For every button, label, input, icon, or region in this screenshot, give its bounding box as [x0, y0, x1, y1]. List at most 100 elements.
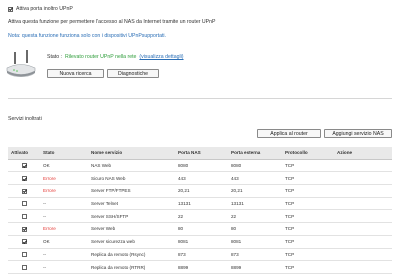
row-external-port: 22 — [228, 209, 282, 224]
status-prefix: Stato : — [47, 54, 62, 60]
col-enabled[interactable]: Attivato — [8, 147, 40, 160]
row-external-port: 80 — [228, 222, 282, 236]
row-protocol: TCP — [282, 159, 334, 173]
row-service-name: NAS Web — [88, 159, 175, 173]
table-row[interactable]: Errore Sicuro NAS Web 443 443 TCP — [8, 171, 392, 186]
row-action[interactable] — [334, 171, 392, 186]
diagnostics-button[interactable]: Diagnostiche — [107, 69, 159, 78]
col-service-name[interactable]: Nome servizio — [88, 147, 175, 160]
col-nas-port[interactable]: Porta NAS — [175, 147, 228, 160]
table-row[interactable]: OK Server sicurezza web 8081 8081 TCP — [8, 235, 392, 249]
row-protocol: TCP — [282, 184, 334, 198]
row-external-port: 443 — [228, 171, 282, 186]
col-external-port[interactable]: Porta esterna — [228, 147, 282, 160]
enabled-checkbox[interactable] — [21, 163, 27, 169]
enabled-checkbox[interactable] — [21, 188, 27, 194]
row-nas-port: 13131 — [175, 197, 228, 211]
row-nas-port: 8081 — [175, 235, 228, 249]
row-action[interactable] — [334, 209, 392, 224]
table-row[interactable]: -- Replica da remoto (RTRR) 8899 8899 TCP — [8, 260, 392, 274]
col-status[interactable]: Stato — [40, 147, 88, 160]
upnp-enable-label: Attiva porta inoltro UPnP — [16, 6, 73, 12]
table-row[interactable]: -- Replica da remoto (Rsync) 873 873 TCP — [8, 248, 392, 262]
upnp-status: Stato : Rilevato router UPnP nella rete … — [47, 54, 184, 60]
table-header-row: Attivato Stato Nome servizio Porta NAS P… — [8, 147, 392, 160]
row-enabled-checkbox[interactable] — [8, 248, 40, 262]
row-protocol: TCP — [282, 248, 334, 262]
row-service-name: Replica da remoto (RTRR) — [88, 260, 175, 274]
table-row[interactable]: OK NAS Web 8080 8080 TCP — [8, 159, 392, 173]
apply-to-router-button[interactable]: Applica al router — [257, 129, 321, 138]
row-status: OK — [40, 235, 88, 249]
row-external-port: 13131 — [228, 197, 282, 211]
row-status: Errore — [40, 222, 88, 236]
row-nas-port: 873 — [175, 248, 228, 262]
row-service-name: Server Telnet — [88, 197, 175, 211]
row-status: -- — [40, 260, 88, 274]
row-action[interactable] — [334, 197, 392, 211]
row-action[interactable] — [334, 184, 392, 198]
row-action[interactable] — [334, 248, 392, 262]
row-nas-port: 443 — [175, 171, 228, 186]
table-row[interactable]: -- Server SSH/SFTP 22 22 TCP — [8, 209, 392, 224]
row-service-name: Server FTP/FTPES — [88, 184, 175, 198]
enabled-checkbox[interactable] — [21, 264, 27, 270]
row-protocol: TCP — [282, 197, 334, 211]
upnp-enable-checkbox[interactable] — [8, 6, 13, 12]
row-external-port: 873 — [228, 248, 282, 262]
row-service-name: Replica da remoto (Rsync) — [88, 248, 175, 262]
services-table: Attivato Stato Nome servizio Porta NAS P… — [8, 147, 392, 274]
add-nas-service-button[interactable]: Aggiungi servizio NAS — [324, 129, 392, 138]
row-status: -- — [40, 197, 88, 211]
enabled-checkbox[interactable] — [21, 239, 27, 245]
row-enabled-checkbox[interactable] — [8, 222, 40, 236]
row-external-port: 8899 — [228, 260, 282, 274]
upnp-enable-row[interactable]: Attiva porta inoltro UPnP — [8, 6, 73, 12]
row-enabled-checkbox[interactable] — [8, 159, 40, 173]
row-protocol: TCP — [282, 209, 334, 224]
row-action[interactable] — [334, 159, 392, 173]
row-action[interactable] — [334, 222, 392, 236]
enabled-checkbox[interactable] — [21, 201, 27, 207]
row-status: Errore — [40, 184, 88, 198]
row-enabled-checkbox[interactable] — [8, 260, 40, 274]
row-external-port: 8080 — [228, 159, 282, 173]
row-service-name: Server SSH/SFTP — [88, 209, 175, 224]
row-nas-port: 8080 — [175, 159, 228, 173]
row-nas-port: 22 — [175, 209, 228, 224]
upnp-note: Nota: questa funzione funziona solo con … — [8, 33, 167, 39]
enabled-checkbox[interactable] — [21, 213, 27, 219]
row-protocol: TCP — [282, 235, 334, 249]
row-service-name: Sicuro NAS Web — [88, 171, 175, 186]
enabled-checkbox[interactable] — [21, 251, 27, 257]
row-action[interactable] — [334, 235, 392, 249]
row-enabled-checkbox[interactable] — [8, 235, 40, 249]
row-external-port: 20,21 — [228, 184, 282, 198]
row-nas-port: 20,21 — [175, 184, 228, 198]
row-enabled-checkbox[interactable] — [8, 171, 40, 186]
row-enabled-checkbox[interactable] — [8, 184, 40, 198]
row-protocol: TCP — [282, 171, 334, 186]
status-text: Rilevato router UPnP nella rete — [65, 54, 137, 60]
row-service-name: Server Web — [88, 222, 175, 236]
row-action[interactable] — [334, 260, 392, 274]
status-details-link[interactable]: (visualizza dettagli) — [139, 54, 183, 60]
enabled-checkbox[interactable] — [21, 175, 27, 181]
row-enabled-checkbox[interactable] — [8, 209, 40, 224]
row-status: -- — [40, 209, 88, 224]
rescan-button[interactable]: Nuova ricerca — [47, 69, 104, 78]
col-protocol[interactable]: Protocollo — [282, 147, 334, 160]
table-row[interactable]: Errore Server Web 80 80 TCP — [8, 222, 392, 236]
services-section-title: Servizi inoltrati — [8, 116, 42, 122]
col-action: Azione — [334, 147, 392, 160]
row-nas-port: 8899 — [175, 260, 228, 274]
row-external-port: 8081 — [228, 235, 282, 249]
row-status: -- — [40, 248, 88, 262]
table-row[interactable]: -- Server Telnet 13131 13131 TCP — [8, 197, 392, 211]
table-row[interactable]: Errore Server FTP/FTPES 20,21 20,21 TCP — [8, 184, 392, 198]
enabled-checkbox[interactable] — [21, 226, 27, 232]
row-enabled-checkbox[interactable] — [8, 197, 40, 211]
row-protocol: TCP — [282, 260, 334, 274]
row-nas-port: 80 — [175, 222, 228, 236]
row-service-name: Server sicurezza web — [88, 235, 175, 249]
